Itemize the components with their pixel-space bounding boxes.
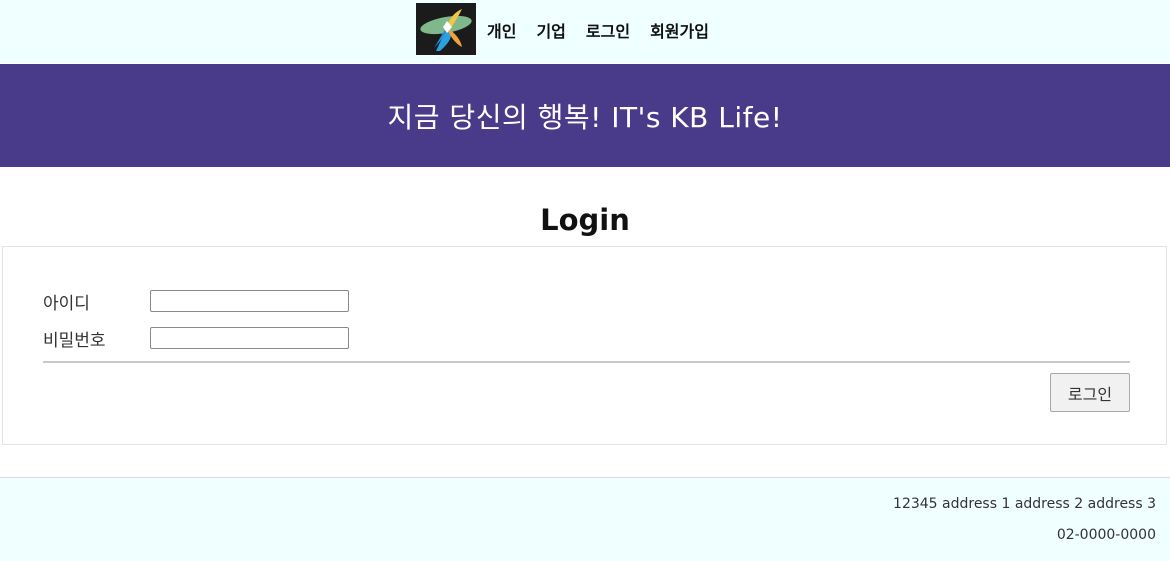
nav-links: 개인 기업 로그인 회원가입: [487, 18, 729, 42]
password-label: 비밀번호: [43, 331, 106, 351]
nav-link-business[interactable]: 기업: [536, 18, 565, 42]
password-input[interactable]: [150, 327, 349, 349]
id-input[interactable]: [150, 290, 349, 312]
footer-address: 12345 address 1 address 2 address 3: [893, 496, 1156, 512]
id-label: 아이디: [43, 294, 90, 314]
kb-star-logo-icon[interactable]: [416, 3, 476, 55]
footer: 12345 address 1 address 2 address 3 02-0…: [0, 477, 1170, 561]
nav-link-login[interactable]: 로그인: [586, 18, 630, 42]
page-title: Login: [540, 203, 630, 237]
login-form: 아이디 비밀번호 로그인: [2, 246, 1167, 445]
footer-phone: 02-0000-0000: [1056, 527, 1156, 543]
form-divider: [43, 361, 1130, 363]
nav-link-personal[interactable]: 개인: [487, 18, 516, 42]
hero-banner: 지금 당신의 행복! IT's KB Life!: [0, 64, 1170, 167]
top-navigation: 개인 기업 로그인 회원가입: [0, 0, 1170, 63]
login-button[interactable]: 로그인: [1050, 373, 1130, 412]
banner-text: 지금 당신의 행복! IT's KB Life!: [387, 100, 783, 134]
nav-link-signup[interactable]: 회원가입: [650, 18, 709, 42]
